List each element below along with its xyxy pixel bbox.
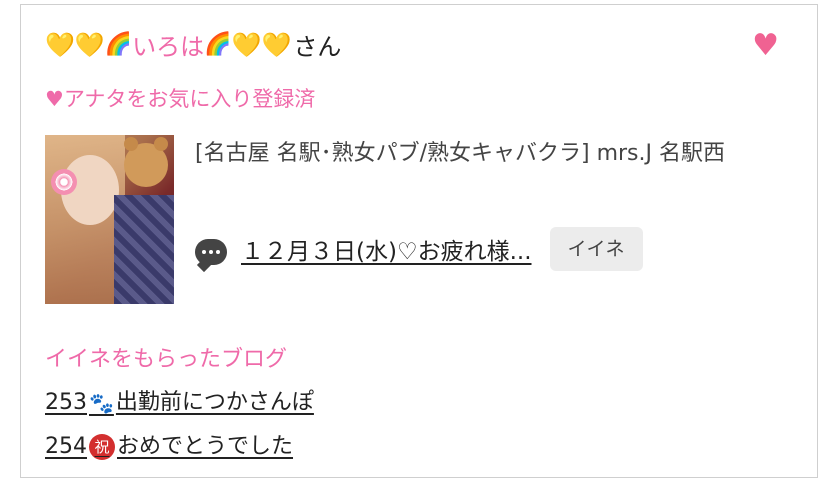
profile-name[interactable]: 💛💛 🌈 いろは 🌈 💛💛 さん — [45, 27, 341, 62]
celebration-icon: 祝 — [89, 434, 115, 460]
liked-blog-item[interactable]: 254 祝 おめでとうでした — [45, 425, 314, 469]
profile-card: 💛💛 🌈 いろは 🌈 💛💛 さん ♥ ♥アナタをお気に入り登録済 [名古屋 名駅… — [20, 4, 818, 478]
photo-shirt — [114, 195, 174, 304]
liked-blogs-list: 253 🐾 出勤前につかさんぽ 254 祝 おめでとうでした — [45, 381, 314, 469]
latest-blog-link[interactable]: １２月３日(水)♡お疲れ様... — [241, 232, 532, 266]
honorific: さん — [293, 33, 342, 61]
profile-name-text: いろは — [132, 33, 205, 61]
liked-blog-item[interactable]: 253 🐾 出勤前につかさんぽ — [45, 381, 314, 425]
liked-blog-title: おめでとうでした — [117, 434, 294, 459]
rainbow-emoji: 🌈 — [104, 31, 133, 57]
latest-blog-row: １２月３日(水)♡お疲れ様... イイネ — [195, 227, 643, 271]
paw-icon: 🐾 — [89, 391, 114, 415]
yellow-hearts-emoji: 💛💛 — [45, 30, 105, 59]
candy-sticker-icon — [51, 169, 77, 195]
liked-blog-number: 254 — [45, 434, 87, 459]
iine-button[interactable]: イイネ — [549, 227, 643, 271]
liked-blogs-heading: イイネをもらったブログ — [45, 347, 288, 372]
favorite-status: ♥アナタをお気に入り登録済 — [45, 87, 316, 111]
rainbow-emoji-2: 🌈 — [204, 31, 232, 57]
chat-bubble-icon — [195, 239, 227, 265]
liked-blog-title: 出勤前につかさんぽ — [115, 390, 314, 415]
heart-icon[interactable]: ♥ — [752, 31, 779, 61]
shop-name[interactable]: [名古屋 名駅･熟女パブ/熟女キャバクラ] mrs.J 名駅西 — [195, 137, 795, 171]
profile-photo[interactable] — [45, 135, 174, 304]
bear-sticker-icon — [124, 137, 168, 187]
liked-blog-number: 253 — [45, 390, 87, 415]
yellow-hearts-emoji-2: 💛💛 — [231, 30, 292, 59]
